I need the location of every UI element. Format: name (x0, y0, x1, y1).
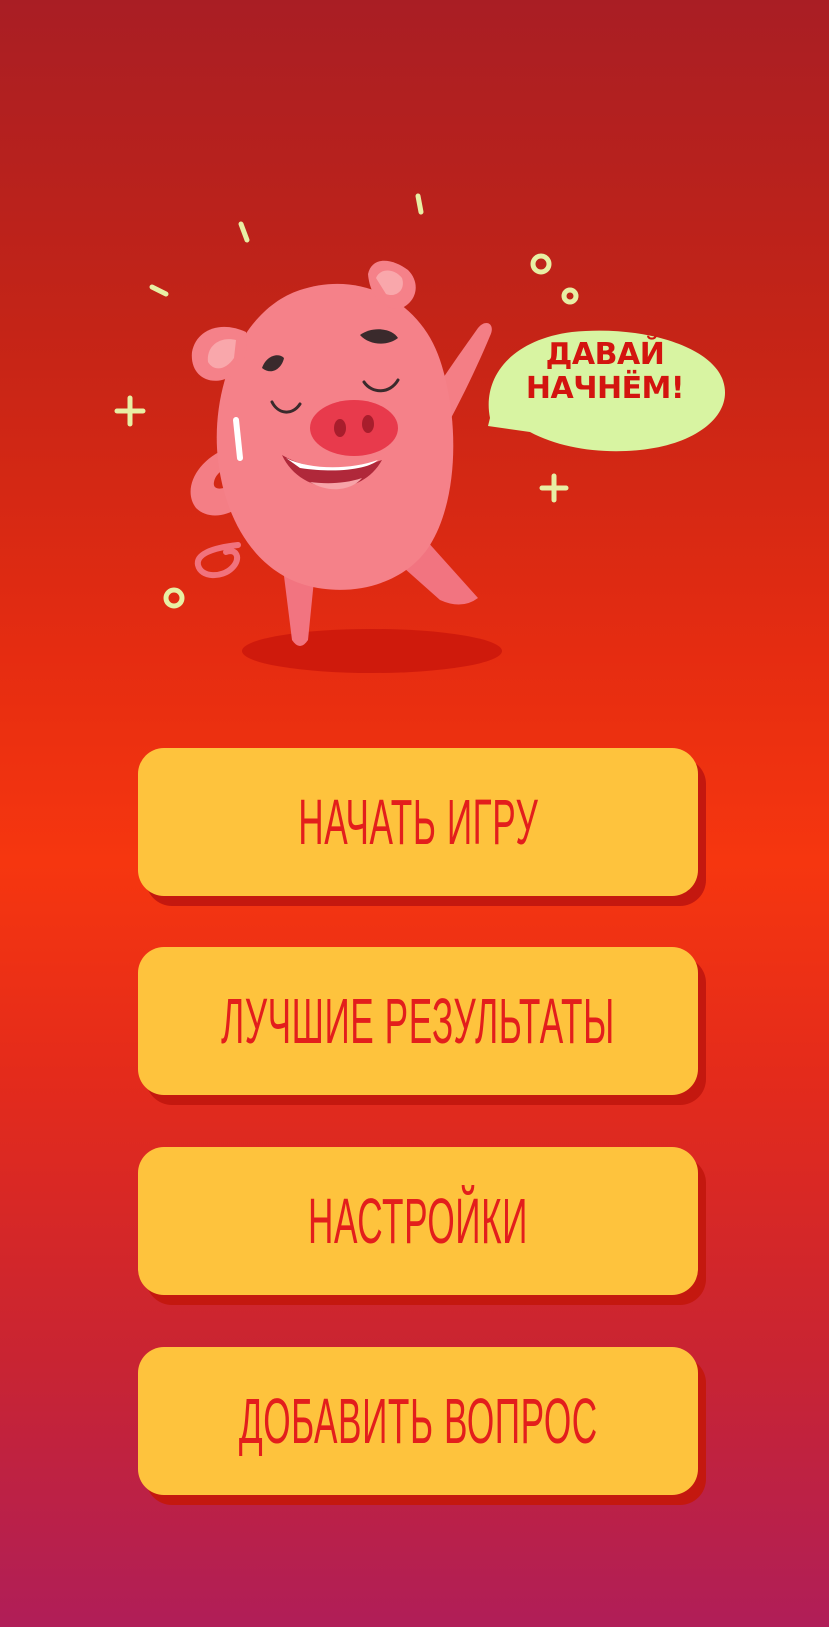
best-results-label: ЛУЧШИЕ РЕЗУЛЬТАТЫ (221, 985, 615, 1057)
add-question-label: ДОБАВИТЬ ВОПРОС (238, 1385, 598, 1457)
speech-bubble-text: ДАВАЙ НАЧНЁМ! (505, 338, 705, 406)
pig-snout (310, 400, 398, 456)
pig-tail (194, 542, 241, 579)
speech-line-2: НАЧНЁМ! (525, 371, 685, 406)
ground-shadow (242, 629, 502, 673)
settings-label: НАСТРОЙКИ (307, 1185, 529, 1257)
best-results-button[interactable]: ЛУЧШИЕ РЕЗУЛЬТАТЫ (138, 947, 698, 1095)
settings-button[interactable]: НАСТРОЙКИ (138, 1147, 698, 1295)
add-question-button[interactable]: ДОБАВИТЬ ВОПРОС (138, 1347, 698, 1495)
speech-line-1: ДАВАЙ (545, 337, 665, 372)
start-game-button[interactable]: НАЧАТЬ ИГРУ (138, 748, 698, 896)
start-game-label: НАЧАТЬ ИГРУ (297, 786, 539, 858)
